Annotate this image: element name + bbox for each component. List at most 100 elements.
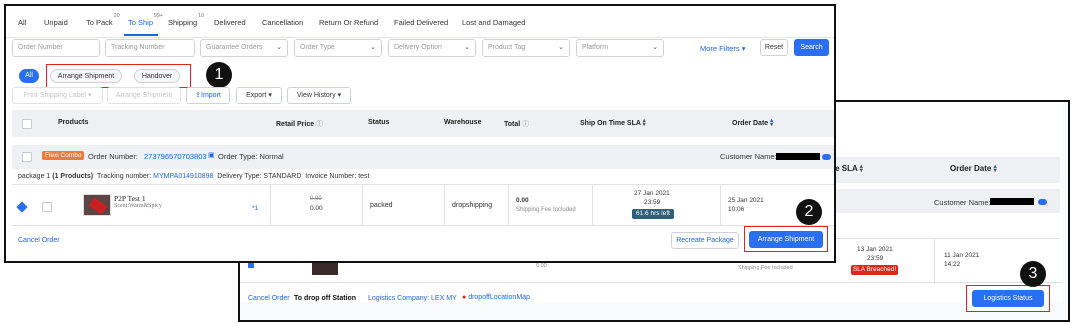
tracking-number-link[interactable]: MYMPA014910898: [153, 173, 213, 180]
logistics-company[interactable]: Logistics Company: LEX MY: [368, 295, 457, 302]
platform-select[interactable]: Platform ⌄: [576, 39, 664, 57]
total-value: 0.00: [516, 197, 529, 204]
sort-icon[interactable]: ▴ ▾: [860, 164, 865, 174]
arrange-shipment-button[interactable]: Arrange Shipment: [749, 231, 823, 248]
price-new: 0.00: [310, 205, 323, 212]
sort-icon[interactable]: ▴ ▾: [643, 118, 648, 128]
cancel-order-link[interactable]: Cancel Order: [18, 237, 60, 244]
active-tab-indicator: [124, 34, 158, 36]
chevron-down-icon: ⌄: [276, 44, 282, 51]
sla-time: 23:59: [867, 255, 884, 262]
partial-total: 0.00: [536, 263, 547, 269]
tab-shipping[interactable]: Shipping 10: [168, 13, 204, 27]
product-row: P2P Test 1 Scent:Warm&Spicy *1 0.00 0.00…: [12, 185, 834, 225]
tracking-number-input[interactable]: Tracking Number: [105, 39, 195, 57]
order-number-input[interactable]: Order Number: [12, 39, 100, 57]
tab-all[interactable]: All: [18, 18, 26, 27]
step-badge-3: 3: [1020, 261, 1046, 287]
subtab-all[interactable]: All: [19, 69, 39, 83]
tab-unpaid[interactable]: Unpaid: [44, 18, 68, 27]
sla-date: 13 Jan 2021: [857, 246, 893, 253]
arrange-shipment-action-button[interactable]: Arrange Shipment: [107, 87, 181, 104]
dropoff-map-link[interactable]: ● dropoffLocationMap: [462, 294, 530, 301]
order-number-label: Order Number:: [88, 152, 139, 161]
flexi-combo-tag: Flexi Combo: [42, 151, 85, 160]
header-ship-on-time-sla[interactable]: Ship On Time SLA ▴ ▾: [580, 118, 648, 128]
step-badge-2: 2: [796, 199, 822, 225]
order-type: Order Type: Normal: [218, 152, 284, 161]
chat-icon[interactable]: [822, 154, 831, 160]
tab-count: 99+: [153, 13, 164, 19]
step-badge-1: 1: [206, 62, 232, 88]
sort-icon[interactable]: ▴ ▾: [994, 164, 999, 174]
more-filters-link[interactable]: More Filters ▾: [700, 44, 745, 53]
callout-subtabs: [46, 64, 191, 88]
view-history-button[interactable]: View History ▾: [287, 87, 351, 104]
chevron-down-icon: ⌄: [370, 44, 376, 51]
sla-time: 23:59: [644, 199, 661, 206]
recreate-package-button[interactable]: Recreate Package: [671, 232, 739, 249]
search-button[interactable]: Search: [794, 39, 829, 56]
package-info: package 1 (1 Products) Tracking number: …: [18, 173, 370, 180]
copy-icon[interactable]: ▣: [208, 151, 215, 159]
divider: [444, 185, 445, 225]
divider: [508, 185, 509, 225]
tab-lost-and-damaged[interactable]: Lost and Damaged: [462, 18, 525, 27]
caret-down-icon: ▾: [337, 92, 342, 99]
divider: [820, 238, 1060, 239]
info-icon: ⓘ: [522, 121, 530, 128]
sla-time-left-badge: 61.6 hrs left: [632, 209, 674, 219]
order-checkbox[interactable]: [22, 152, 32, 162]
tab-to-pack[interactable]: To Pack 20: [86, 13, 120, 27]
warehouse-value: dropshipping: [452, 202, 493, 209]
status-tabs: All Unpaid To Pack 20 To Ship 99+ Shipping…: [6, 6, 834, 38]
tab-failed-delivered[interactable]: Failed Delivered: [394, 18, 448, 27]
product-tag-select[interactable]: Product Tag ⌄: [482, 39, 570, 57]
tab-count: 10: [198, 13, 205, 19]
product-name[interactable]: P2P Test 1: [114, 194, 146, 203]
divider: [934, 238, 935, 284]
header-total: Total ⓘ: [504, 121, 530, 128]
header-order-date[interactable]: Order Date ▴ ▾: [950, 164, 999, 174]
tab-delivered[interactable]: Delivered: [214, 18, 246, 27]
chevron-down-icon: ⌄: [558, 44, 564, 51]
chevron-down-icon: ⌄: [652, 44, 658, 51]
info-icon: ⓘ: [316, 121, 324, 128]
tab-return-or-refund[interactable]: Return Or Refund: [319, 18, 378, 27]
export-button[interactable]: Export ▾: [236, 87, 282, 104]
order-status: To drop off Station: [294, 295, 357, 302]
delivery-option-select[interactable]: Delivery Option ⌄: [388, 39, 476, 57]
location-pin-icon: ●: [462, 294, 467, 301]
chat-icon[interactable]: [1038, 199, 1047, 205]
reset-button[interactable]: Reset: [760, 39, 788, 56]
print-shipping-label-button[interactable]: Print Shipping Label ▾: [12, 87, 103, 104]
sort-icon[interactable]: ▴ ▾: [770, 118, 775, 128]
status-value: packed: [370, 202, 393, 209]
import-button[interactable]: ⇪Import: [186, 87, 230, 104]
product-checkbox[interactable]: [42, 202, 52, 212]
tab-cancellation[interactable]: Cancellation: [262, 18, 303, 27]
customer-label: Customer Name:: [720, 152, 777, 161]
cancel-order-link[interactable]: Cancel Order: [248, 295, 290, 302]
header-order-date[interactable]: Order Date ▴ ▾: [732, 118, 775, 128]
tab-to-ship[interactable]: To Ship 99+: [128, 13, 163, 27]
product-variant: Scent:Warm&Spicy: [114, 203, 162, 209]
divider: [592, 185, 593, 225]
order-date: 11 Jan 2021: [944, 252, 980, 259]
partial-fee-note: Shipping Fee Included: [738, 265, 793, 271]
header-products: Products: [58, 119, 89, 126]
order-time: 14:22: [944, 261, 961, 268]
product-thumbnail: [83, 194, 111, 216]
price-old: 0.00: [310, 196, 322, 202]
logistics-status-button[interactable]: Logistics Status: [972, 290, 1044, 307]
tab-count: 20: [113, 13, 120, 19]
order-summary-row: Flexi Combo Order Number: 27379657070380…: [12, 145, 834, 169]
product-image-mark: [88, 197, 108, 215]
caret-down-icon: ▾: [268, 92, 272, 99]
order-date: 25 Jan 2021: [728, 197, 764, 204]
order-type-select[interactable]: Order Type ⌄: [294, 39, 382, 57]
guarantee-orders-select[interactable]: Guarantee Orders ⌄: [200, 39, 288, 57]
order-number-link[interactable]: 273796570703803: [144, 152, 207, 161]
select-all-checkbox[interactable]: [22, 119, 32, 129]
divider: [240, 282, 1062, 283]
